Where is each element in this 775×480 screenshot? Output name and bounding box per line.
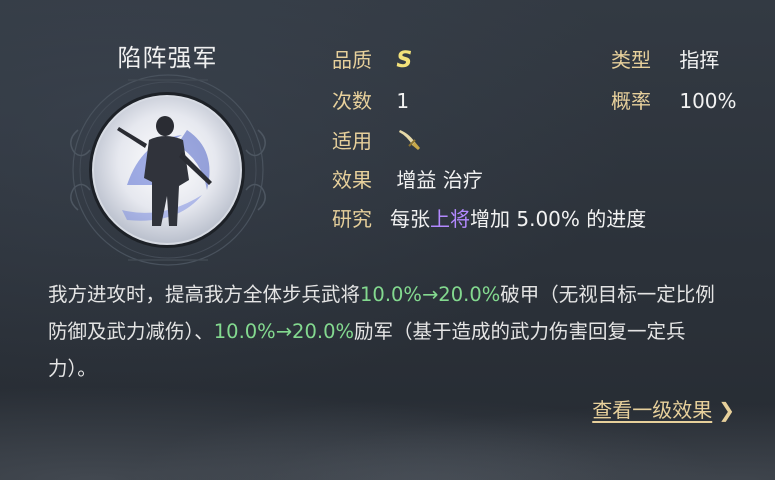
skill-description: 我方进攻时，提高我方全体步兵武将10.0%→20.0%破甲（无视目标一定比例防御… <box>48 276 728 387</box>
quality-label: 品质 <box>332 48 372 72</box>
quality-value: S <box>396 48 413 73</box>
attr-effect: 效果 增益 治疗 <box>332 164 483 193</box>
desc-range1: 10.0%→20.0% <box>360 283 501 306</box>
attr-type: 类型 指挥 <box>611 44 719 73</box>
count-value: 1 <box>396 89 410 113</box>
type-label: 类型 <box>611 48 651 72</box>
effect-value: 增益 治疗 <box>396 168 483 192</box>
desc-part1: 我方进攻时，提高我方全体步兵武将 <box>48 283 361 306</box>
research-label: 研究 <box>332 207 372 231</box>
attr-applicable: 适用 <box>332 125 424 154</box>
skill-detail-panel: 陷阵强军 品质 S 次数 1 适用 效果 增益 治疗 研究 每张上将增加 5.0… <box>0 0 775 480</box>
sword-icon <box>399 130 421 150</box>
skill-name: 陷阵强军 <box>117 44 218 72</box>
research-prefix: 每张 <box>390 207 430 231</box>
effect-label: 效果 <box>332 168 372 192</box>
probability-value: 100% <box>679 89 737 113</box>
research-suffix: 增加 5.00% 的进度 <box>470 207 647 231</box>
skill-portrait <box>89 92 245 248</box>
chevron-right-icon: ❯ <box>718 398 735 422</box>
probability-label: 概率 <box>611 89 651 113</box>
count-label: 次数 <box>332 89 372 113</box>
attr-research: 研究 每张上将增加 5.00% 的进度 <box>332 203 646 232</box>
research-highlight: 上将 <box>430 207 470 231</box>
desc-range2: 10.0%→20.0% <box>213 320 354 343</box>
link-label: 查看一级效果 <box>592 398 713 422</box>
attr-count: 次数 1 <box>332 85 409 114</box>
view-level1-effect-link[interactable]: 查看一级效果 ❯ <box>592 394 735 423</box>
applicable-label: 适用 <box>332 129 372 153</box>
attr-probability: 概率 100% <box>611 85 737 114</box>
attr-quality: 品质 S <box>332 44 412 73</box>
type-value: 指挥 <box>679 48 720 72</box>
